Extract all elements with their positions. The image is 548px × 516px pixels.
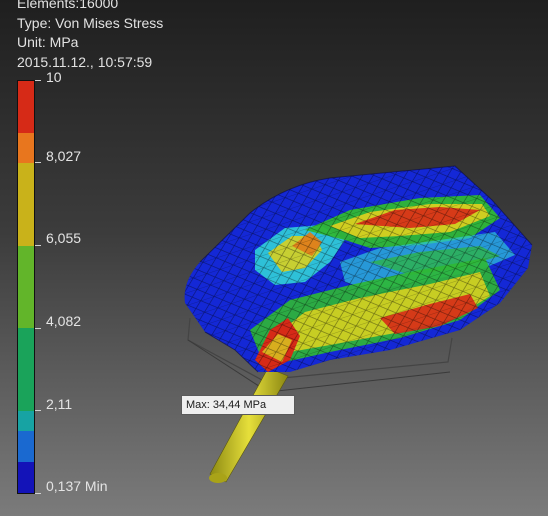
- max-stress-probe-label[interactable]: Max: 34,44 MPa: [181, 395, 295, 415]
- stress-model-body[interactable]: [184, 165, 533, 373]
- pin-shaft: [209, 367, 289, 483]
- model-viewport[interactable]: [0, 0, 548, 516]
